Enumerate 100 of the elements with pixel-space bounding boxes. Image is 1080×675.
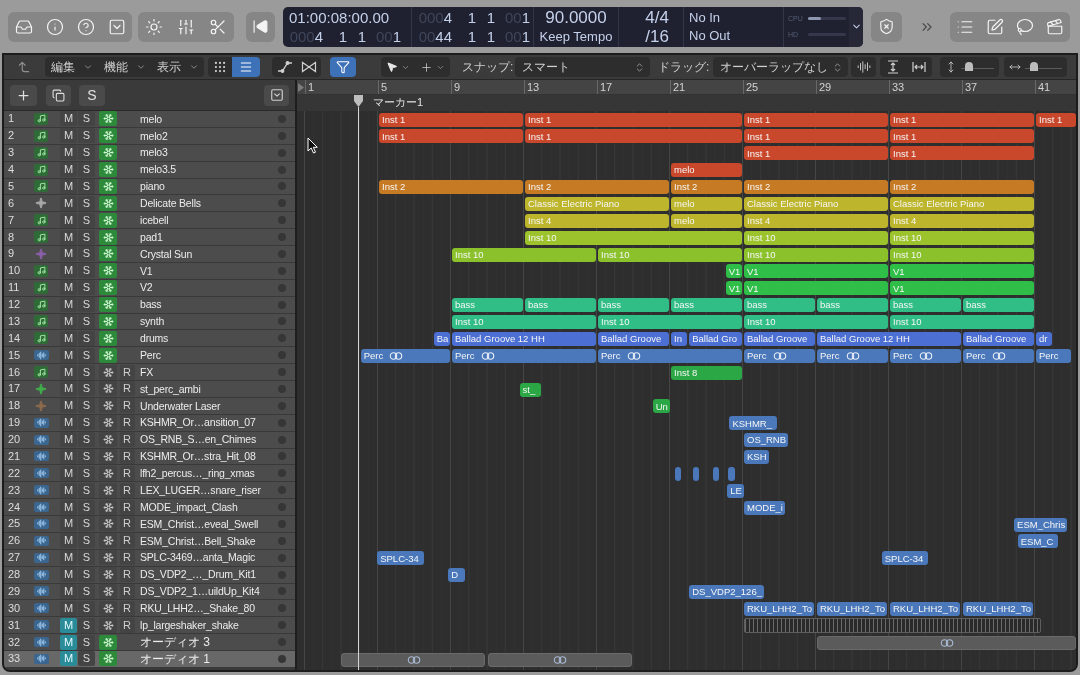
fit-vertical-button[interactable] [880,57,906,77]
track-row[interactable]: 30 M S R RKU_LHH2…_Shake_80 [4,600,295,618]
record-button[interactable]: R [119,465,135,481]
pointer-tool-button[interactable] [381,57,414,77]
track-region[interactable]: Inst 2 [525,180,669,194]
track-row[interactable]: 1 M S melo [4,111,295,128]
track-region[interactable]: RKU_LHH2_To [963,601,1034,616]
snowflake-icon[interactable] [99,145,117,161]
fit-horizontal-button[interactable] [906,57,932,77]
track-row[interactable]: 17 M S R st_perc_ambi [4,381,295,398]
track-region[interactable]: Inst 1 [379,112,523,127]
solo-button[interactable]: S [78,263,95,279]
track-region[interactable]: Inst 1 [1036,112,1076,127]
record-button[interactable]: R [119,567,135,583]
track-row[interactable]: 14 M S drums [4,330,295,348]
snowflake-icon[interactable] [99,364,117,380]
solo-button[interactable]: S [78,212,95,228]
track-region[interactable]: Perc [598,348,742,363]
track-region[interactable]: KSHMR_ [729,416,777,431]
mute-button[interactable]: M [60,128,77,144]
menu-dropdown[interactable]: 機能 [98,57,151,77]
smart-controls-button[interactable] [138,11,170,42]
snowflake-icon[interactable] [99,432,117,448]
mute-button[interactable]: M [60,246,77,262]
record-button[interactable]: R [119,415,135,431]
snowflake-icon[interactable] [99,297,117,313]
waveform-zoom-button[interactable] [851,57,876,77]
mute-button[interactable]: M [60,499,77,515]
track-region[interactable]: SPLC-34 [881,551,929,566]
snowflake-icon[interactable] [99,415,117,431]
track-region[interactable] [817,635,1076,650]
plus-tool-button[interactable] [414,57,450,77]
track-row[interactable]: 16 M S R FX [4,364,295,381]
mute-button[interactable]: M [60,398,77,414]
add-track-button[interactable] [10,84,37,106]
mute-button[interactable]: M [60,415,77,431]
snowflake-icon[interactable] [99,212,117,228]
track-row[interactable]: 15 M S Perc [4,347,295,365]
mute-button[interactable]: M [60,364,77,380]
track-region[interactable]: RKU_LHH2_To [817,601,888,616]
mute-button[interactable]: M [60,280,77,296]
track-row[interactable]: 32 M S オーディオ 3 [4,634,295,651]
mute-button[interactable]: M [60,162,77,178]
track-region[interactable]: MODE_i [744,500,785,515]
track-region[interactable]: Perc [360,348,450,363]
mute-button[interactable]: M [60,297,77,313]
mute-button[interactable]: M [60,482,77,498]
track-region[interactable]: dr [1036,331,1053,346]
track-region[interactable]: Inst 2 [890,180,1034,194]
track-region[interactable]: In [671,331,688,346]
mute-button[interactable]: M [60,229,77,245]
record-button[interactable]: R [119,398,135,414]
view-toggle[interactable] [297,57,321,77]
mute-button[interactable]: M [60,600,77,616]
track-region[interactable]: OS_RNB [744,433,789,448]
mute-button[interactable]: M [60,347,77,363]
track-region[interactable]: Inst 1 [744,146,888,161]
track-row[interactable]: 6 M S Delicate Bells [4,195,295,213]
solo-button[interactable]: S [78,195,95,211]
track-region[interactable]: Perc [890,348,961,363]
track-region[interactable]: KSH [744,450,770,464]
track-region[interactable]: Ballad Gro [689,331,742,346]
solo-button[interactable]: S [78,145,95,161]
track-region[interactable]: Inst 1 [890,146,1034,161]
solo-button[interactable]: S [78,499,95,515]
solo-button[interactable]: S [78,617,95,633]
record-button[interactable]: R [119,550,135,566]
track-region[interactable]: RKU_LHH2_To [744,601,815,616]
solo-button[interactable]: S [78,246,95,262]
track-row[interactable]: 31 M S R lp_largeshaker_shake [4,617,295,635]
mute-button[interactable]: M [60,212,77,228]
solo-button[interactable]: S [78,229,95,245]
track-region[interactable]: DS_VDP2_126_ [689,585,764,599]
solo-button[interactable]: S [78,567,95,583]
snowflake-icon[interactable] [99,600,117,616]
track-region[interactable]: Perc [1036,348,1071,363]
mute-button[interactable]: M [60,516,77,532]
go-to-start-button[interactable] [246,11,275,42]
track-region[interactable]: Ba [433,331,451,346]
lcd-menu-button[interactable] [849,6,863,47]
solo-button[interactable]: S [78,364,95,380]
solo-button[interactable]: S [78,162,95,178]
solo-button[interactable]: S [78,651,95,667]
track-region[interactable] [674,466,681,481]
record-button[interactable]: R [119,482,135,498]
record-button[interactable]: R [119,617,135,633]
snowflake-icon[interactable] [99,398,117,414]
mute-button[interactable]: M [60,465,77,481]
solo-button[interactable]: S [78,516,95,532]
snowflake-icon[interactable] [99,195,117,211]
solo-button[interactable]: S [78,432,95,448]
track-options-button[interactable] [264,84,289,106]
track-region[interactable]: Ballad Groove 12 HH [817,331,961,346]
track-region[interactable]: SPLC-34 [377,551,424,566]
track-region[interactable] [692,466,699,481]
snowflake-icon[interactable] [99,499,117,515]
menu-dropdown[interactable]: 表示 [151,57,204,77]
solo-button[interactable]: S [78,482,95,498]
snowflake-icon[interactable] [99,162,117,178]
snowflake-icon[interactable] [99,330,117,346]
